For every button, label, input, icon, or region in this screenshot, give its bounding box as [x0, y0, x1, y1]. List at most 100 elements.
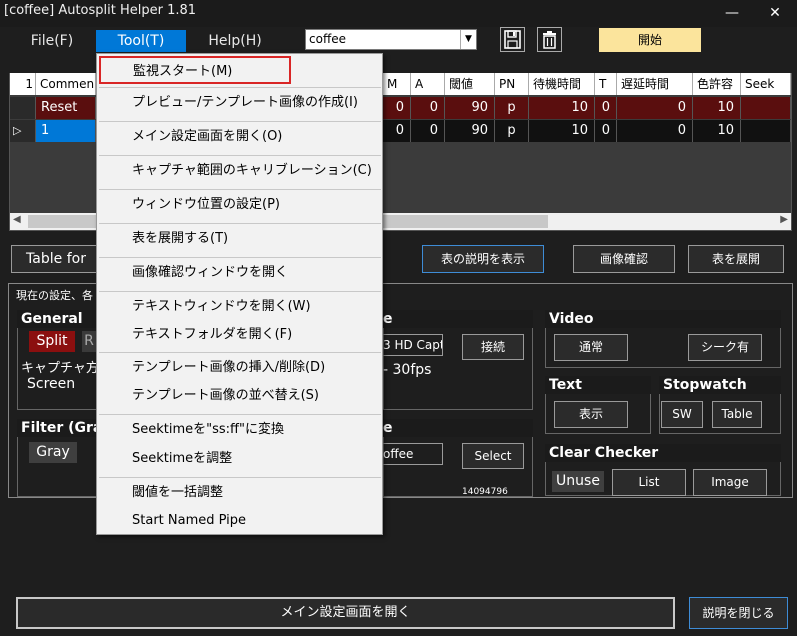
capture-method-value: Screen [27, 376, 76, 392]
column-header-t[interactable]: T [595, 73, 617, 95]
table-cell[interactable]: 10 [529, 97, 595, 119]
close-window-button[interactable]: ✕ [753, 0, 797, 27]
table-cell[interactable]: p [495, 97, 529, 119]
video-seek-button[interactable]: シーク有 [688, 334, 762, 361]
menu-tool[interactable]: Tool(T) [96, 30, 186, 52]
table-cell[interactable] [741, 97, 791, 119]
table-cell[interactable]: 0 [617, 97, 693, 119]
open-main-settings-button[interactable]: メイン設定画面を開く [16, 597, 675, 629]
table-cell[interactable]: 0 [617, 120, 693, 142]
row-header-current[interactable]: ▷ [10, 120, 36, 142]
profile-select[interactable]: coffee ▼ [305, 29, 477, 50]
source-id-label: 14094796 [462, 487, 508, 497]
row-header[interactable] [10, 97, 36, 119]
table-cell[interactable]: p [495, 120, 529, 142]
menu-separator [99, 223, 381, 224]
reset-badge[interactable]: R [82, 331, 96, 352]
column-header-delay[interactable]: 遅延時間 [617, 73, 693, 95]
minimize-button[interactable]: — [710, 0, 754, 27]
delete-button[interactable] [537, 27, 562, 52]
expand-table-button[interactable]: 表を展開 [688, 245, 784, 273]
capture-method-label: キャプチャ方式 [21, 361, 96, 376]
table-cell[interactable]: 0 [595, 97, 617, 119]
table-cell[interactable]: 90 [445, 97, 495, 119]
minimize-icon: — [725, 5, 739, 21]
save-button[interactable] [500, 27, 525, 52]
unuse-badge[interactable]: Unuse [552, 471, 604, 492]
table-cell[interactable]: 0 [595, 120, 617, 142]
menu-item-open-main-settings[interactable]: メイン設定画面を開く(O) [98, 123, 381, 151]
table-cell[interactable]: 90 [445, 120, 495, 142]
table-row-name[interactable]: 1 [36, 120, 96, 142]
menu-item-start-monitoring[interactable]: 監視スタート(M) [99, 56, 291, 84]
select-button[interactable]: Select [462, 443, 524, 469]
table-cell[interactable]: 0 [411, 97, 445, 119]
table-cell[interactable]: 0 [411, 120, 445, 142]
menu-item-create-preview-template[interactable]: プレビュー/テンプレート画像の作成(I) [98, 89, 381, 117]
stopwatch-table-button[interactable]: Table [712, 401, 762, 428]
stopwatch-sw-button[interactable]: SW [661, 401, 703, 428]
table-cell[interactable]: 0 [383, 97, 411, 119]
tool-dropdown-menu: 監視スタート(M) プレビュー/テンプレート画像の作成(I) メイン設定画面を開… [96, 53, 383, 535]
split-badge[interactable]: Split [29, 331, 75, 352]
table-cell[interactable]: 10 [693, 97, 741, 119]
menu-separator [99, 87, 381, 88]
menu-item-open-text-window[interactable]: テキストウィンドウを開く(W) [98, 293, 381, 321]
menu-item-open-image-check-window[interactable]: 画像確認ウィンドウを開く [98, 259, 381, 287]
video-normal-button[interactable]: 通常 [554, 334, 628, 361]
menu-item-sort-templates[interactable]: テンプレート画像の並べ替え(S) [98, 382, 381, 410]
menu-separator [99, 121, 381, 122]
menu-item-adjust-seektime[interactable]: Seektimeを調整 [98, 445, 381, 473]
clear-checker-title: Clear Checker [545, 444, 781, 462]
capture-device-field[interactable]: 3 HD Capt [383, 334, 443, 356]
menu-help[interactable]: Help(H) [198, 30, 272, 52]
column-header-pn[interactable]: PN [495, 73, 529, 95]
gray-filter-badge[interactable]: Gray [29, 442, 77, 463]
menu-separator [99, 189, 381, 190]
table-cell[interactable]: 0 [383, 120, 411, 142]
column-header-seek[interactable]: Seek [741, 73, 791, 95]
connect-button[interactable]: 接続 [462, 334, 524, 360]
device-title: e [383, 310, 533, 328]
column-header-a[interactable]: A [411, 73, 445, 95]
menu-item-convert-seektime[interactable]: Seektimeを"ss:ff"に変換 [98, 416, 381, 444]
start-button[interactable]: 開始 [599, 28, 701, 52]
image-check-button[interactable]: 画像確認 [573, 245, 675, 273]
menu-item-calibrate-capture[interactable]: キャプチャ範囲のキャリブレーション(C) [98, 157, 381, 185]
column-header-threshold[interactable]: 閾値 [445, 73, 495, 95]
stopwatch-title: Stopwatch [659, 376, 781, 394]
menu-item-start-named-pipe[interactable]: Start Named Pipe [98, 507, 381, 535]
row-number-header: 1 [10, 73, 36, 95]
table-for-button[interactable]: Table for [11, 245, 101, 273]
clear-list-button[interactable]: List [612, 469, 686, 496]
current-row-icon: ▷ [13, 124, 22, 137]
table-cell[interactable] [741, 120, 791, 142]
fps-label: - 30fps [383, 362, 432, 378]
menu-item-open-text-folder[interactable]: テキストフォルダを開く(F) [98, 321, 381, 349]
menu-item-expand-table[interactable]: 表を展開する(T) [98, 225, 381, 253]
text-show-button[interactable]: 表示 [554, 401, 628, 428]
floppy-disk-icon [504, 30, 521, 49]
clear-image-button[interactable]: Image [693, 469, 767, 496]
table-cell[interactable]: 10 [693, 120, 741, 142]
menu-separator [99, 414, 381, 415]
menu-item-insert-delete-template[interactable]: テンプレート画像の挿入/削除(D) [98, 354, 381, 382]
chevron-down-icon[interactable]: ▼ [460, 30, 476, 49]
menu-item-bulk-adjust-threshold[interactable]: 閾値を一括調整 [98, 479, 381, 507]
column-header-wait[interactable]: 待機時間 [529, 73, 595, 95]
show-table-description-button[interactable]: 表の説明を表示 [422, 245, 544, 273]
table-row-name[interactable]: Reset [36, 97, 96, 119]
scroll-left-icon[interactable]: ◀ [13, 214, 21, 225]
column-header-m[interactable]: M [383, 73, 411, 95]
table-cell[interactable]: 10 [529, 120, 595, 142]
close-description-button[interactable]: 説明を閉じる [689, 597, 788, 629]
menu-item-window-position[interactable]: ウィンドウ位置の設定(P) [98, 191, 381, 219]
scroll-right-icon[interactable]: ▶ [780, 214, 788, 225]
profile-value: coffee [309, 32, 346, 46]
column-header-color[interactable]: 色許容 [693, 73, 741, 95]
menu-file[interactable]: File(F) [22, 30, 82, 52]
current-settings-title: 現在の設定、各 [14, 287, 95, 303]
close-icon: ✕ [769, 5, 781, 21]
source-field[interactable]: offee [383, 443, 443, 465]
column-header-comment[interactable]: Commen [36, 73, 96, 95]
